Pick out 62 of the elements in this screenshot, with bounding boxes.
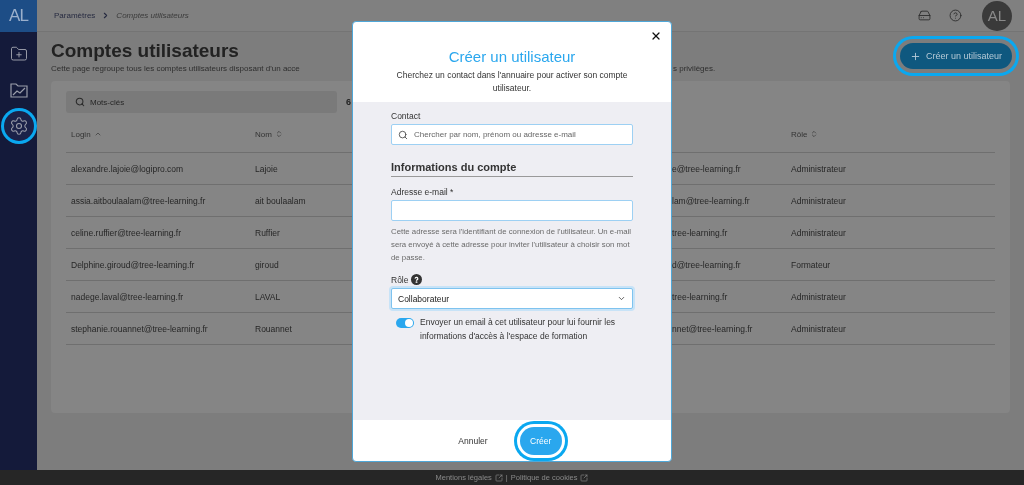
notify-toggle[interactable] xyxy=(396,318,414,328)
column-header[interactable]: Rôle xyxy=(791,129,808,139)
page-title: Comptes utilisateurs xyxy=(51,40,239,62)
table-cell-text: Rouannet xyxy=(254,323,293,334)
table-cell-text: Administrateur xyxy=(790,163,847,174)
field-label: Adresse e-mail * xyxy=(391,187,455,197)
table-cell-text: Delphine.giroud@tree-learning.fr xyxy=(70,259,196,270)
chart-folder-icon xyxy=(9,82,28,98)
plus-icon xyxy=(909,50,921,62)
table-cell-text: assia.aitboulaalam@tree-learning.fr xyxy=(70,195,207,206)
table-cell-text: LAVAL xyxy=(254,291,282,302)
dialog-description: Cherchez un contact dans l'annuaire pour activer son compte utilisateur. xyxy=(395,69,629,95)
external-link-icon xyxy=(494,473,503,482)
external-link-icon xyxy=(580,473,589,482)
sort-icon[interactable] xyxy=(274,130,283,138)
table-cell-text: nadege.laval@tree-learning.fr xyxy=(70,291,185,302)
dialog-title: Créer un utilisateur xyxy=(448,48,576,65)
search-field[interactable]: Mots-clés xyxy=(66,91,337,113)
chevron-down-icon xyxy=(617,294,626,303)
table-cell-text: Administrateur xyxy=(790,227,847,238)
section-title: Informations du compte xyxy=(391,161,633,177)
toggle-label: Envoyer un email à cet utilisateur pour lui fournir les informations d'accès à l'espace de formation xyxy=(420,316,617,343)
table-cell-text: Administrateur xyxy=(790,195,847,206)
table-cell-text: giroud xyxy=(254,259,280,270)
table-cell-text: nnet@tree-learning.fr xyxy=(672,323,754,334)
table-cell-text: Ruffier xyxy=(254,227,281,238)
page-description: Cette page regroupe tous les comptes utilisateurs disposant d'un acce xyxy=(51,64,300,73)
search-icon xyxy=(75,97,85,107)
folder-plus-icon xyxy=(9,45,28,63)
table-cell-text: ait boulaalam xyxy=(254,195,307,206)
nav-item[interactable] xyxy=(3,111,34,141)
contact-search-field[interactable]: Chercher par nom, prénom ou adresse e-mail xyxy=(391,124,633,145)
table-cell-text: tree-learning.fr xyxy=(672,291,729,302)
table-cell-text: e@tree-learning.fr xyxy=(672,163,742,174)
table-cell-text: Administrateur xyxy=(790,323,847,334)
field-label: Rôle xyxy=(391,274,409,285)
column-header[interactable]: Login xyxy=(71,129,91,139)
table-cell-text: stephanie.rouannet@tree-learning.fr xyxy=(70,323,209,334)
breadcrumb-link[interactable]: Paramètres xyxy=(54,11,96,20)
result-count: 6 xyxy=(346,97,351,107)
table-cell-text: Formateur xyxy=(790,259,832,270)
table-cell-text: d@tree-learning.fr xyxy=(672,259,742,270)
sort-icon[interactable] xyxy=(810,130,819,138)
table-cell-text: Lajoie xyxy=(254,163,279,174)
table-cell-text: celine.ruffier@tree-learning.fr xyxy=(70,227,183,238)
field-label: Contact xyxy=(391,111,422,121)
search-icon xyxy=(398,129,408,140)
help-icon[interactable] xyxy=(411,274,423,285)
user-avatar[interactable]: AL xyxy=(982,0,1012,31)
sort-ascending-icon[interactable] xyxy=(93,130,102,138)
close-icon[interactable] xyxy=(650,30,662,42)
table-cell-text: lam@tree-learning.fr xyxy=(672,195,751,206)
email-field[interactable] xyxy=(391,200,633,221)
table-cell-text: tree-learning.fr xyxy=(672,227,729,238)
column-header[interactable]: Nom xyxy=(255,129,272,139)
role-select[interactable]: Collaborateur xyxy=(391,288,633,309)
table-cell-text: Administrateur xyxy=(790,291,847,302)
settings-icon xyxy=(8,116,29,136)
cancel-button[interactable]: Annuler xyxy=(452,431,494,450)
inbox-icon[interactable] xyxy=(918,9,931,22)
table-cell-text: alexandre.lajoie@logipro.com xyxy=(70,163,185,174)
logo[interactable]: AL xyxy=(0,0,37,32)
